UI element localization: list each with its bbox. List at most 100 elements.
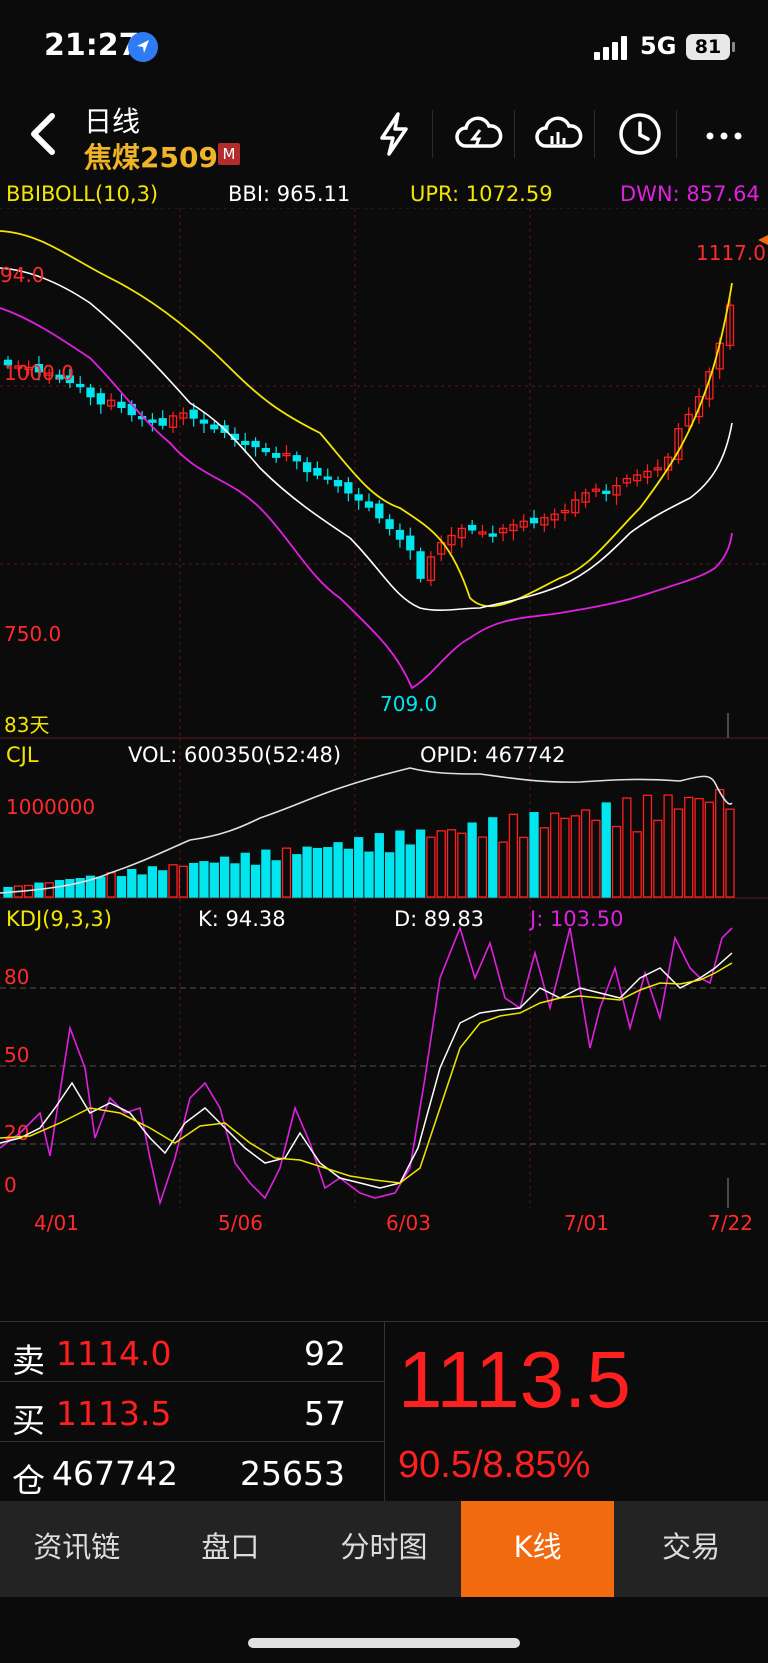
high-label: 1117.0 bbox=[696, 241, 766, 265]
volume-bar bbox=[261, 849, 271, 898]
k-value: K: 94.38 bbox=[198, 907, 286, 931]
volume-bar bbox=[601, 802, 611, 898]
volume-bar bbox=[271, 860, 281, 898]
back-button[interactable] bbox=[18, 104, 68, 164]
volume-bar bbox=[44, 882, 54, 898]
volume-bar bbox=[539, 827, 549, 898]
kdj-label-50: 50 bbox=[4, 1043, 29, 1067]
tab-intraday[interactable]: 分时图 bbox=[307, 1501, 461, 1597]
bottom-tabs: 资讯链 盘口 分时图 K线 交易 bbox=[0, 1501, 768, 1597]
tab-kline[interactable]: K线 bbox=[460, 1501, 615, 1597]
volume-bar bbox=[704, 801, 715, 898]
buy-qty: 57 bbox=[304, 1394, 346, 1433]
oi-label: 仓 bbox=[12, 1461, 45, 1500]
kline-chart[interactable]: 94.0 1000.0 750.0 1117.0 709.0 83天 CJL V… bbox=[0, 208, 768, 1278]
volume-bar bbox=[127, 868, 137, 898]
candle bbox=[406, 535, 415, 551]
volume-bar bbox=[457, 832, 467, 898]
candle bbox=[302, 462, 312, 473]
quote-panel: 卖 1114.0 92 买 1113.5 57 仓 467742 25653 1… bbox=[0, 1321, 768, 1502]
volume-bar bbox=[230, 863, 240, 898]
boll-name[interactable]: BBIBOLL(10,3) bbox=[6, 182, 158, 206]
volume-bar bbox=[364, 851, 374, 898]
status-bar: 21:27 5G 81 bbox=[0, 0, 768, 96]
sell-label: 卖 bbox=[12, 1341, 45, 1380]
cloud-flash-icon[interactable] bbox=[450, 106, 506, 162]
volume-bar bbox=[436, 830, 446, 898]
kdj-header: KDJ(9,3,3) K: 94.38 D: 89.83 J: 103.50 bbox=[6, 907, 623, 931]
candle bbox=[117, 401, 126, 409]
volume-bar bbox=[219, 856, 230, 898]
volume-bar bbox=[209, 862, 219, 898]
candle bbox=[333, 480, 343, 487]
open-interest: 467742 bbox=[52, 1454, 178, 1493]
candle bbox=[261, 448, 271, 453]
candle bbox=[323, 476, 332, 480]
volume-bar bbox=[550, 812, 560, 898]
d-value: D: 89.83 bbox=[394, 907, 484, 931]
volume-bar bbox=[663, 794, 673, 898]
candle bbox=[375, 503, 384, 519]
volume-bar bbox=[622, 797, 632, 898]
volume-bar bbox=[653, 819, 663, 898]
status-time: 21:27 bbox=[44, 28, 140, 63]
tab-order-book[interactable]: 盘口 bbox=[154, 1501, 308, 1597]
volume-bar bbox=[570, 815, 580, 898]
battery-icon: 81 bbox=[686, 34, 735, 60]
price-label-750: 750.0 bbox=[4, 622, 61, 646]
volume-bar bbox=[560, 817, 570, 898]
boll-header: BBIBOLL(10,3) BBI: 965.11 UPR: 1072.59 D… bbox=[0, 180, 768, 210]
volume-bar bbox=[116, 876, 127, 898]
ask-row[interactable]: 卖 1114.0 92 bbox=[0, 1322, 384, 1382]
candle bbox=[292, 455, 301, 462]
volume-bar bbox=[292, 854, 302, 898]
candle bbox=[364, 501, 374, 508]
volume-bar bbox=[250, 864, 261, 898]
candle bbox=[313, 467, 322, 476]
volume-bar bbox=[508, 813, 519, 898]
volume-bar bbox=[715, 788, 725, 898]
volume-bar bbox=[395, 830, 405, 898]
candle bbox=[189, 409, 198, 419]
volume-bar bbox=[488, 817, 498, 898]
volume-bar bbox=[199, 861, 209, 898]
bbi-value: BBI: 965.11 bbox=[228, 182, 351, 206]
volume-bar bbox=[694, 797, 704, 898]
lightning-icon[interactable] bbox=[366, 106, 422, 162]
candle bbox=[76, 383, 85, 388]
clock-icon[interactable] bbox=[612, 106, 668, 162]
main-contract-badge: M bbox=[218, 143, 240, 165]
more-icon[interactable] bbox=[696, 106, 752, 162]
volume-bar bbox=[65, 879, 75, 898]
volume-bar bbox=[96, 876, 106, 898]
oi-row: 仓 467742 25653 bbox=[0, 1442, 384, 1502]
volume-bars bbox=[3, 788, 735, 898]
tab-trade[interactable]: 交易 bbox=[614, 1501, 768, 1597]
cloud-chart-icon[interactable] bbox=[530, 106, 586, 162]
volume-bar bbox=[498, 841, 508, 898]
volume-bar bbox=[354, 837, 364, 898]
volume-bar bbox=[54, 880, 65, 898]
network-type: 5G bbox=[640, 32, 677, 60]
candle bbox=[529, 517, 539, 524]
volume-bar bbox=[158, 870, 168, 898]
dwn-line bbox=[0, 307, 733, 690]
candle bbox=[148, 419, 157, 423]
tab-news-chain[interactable]: 资讯链 bbox=[0, 1501, 154, 1597]
home-indicator[interactable] bbox=[248, 1638, 520, 1648]
volume-bar bbox=[374, 833, 384, 898]
bbi-line bbox=[0, 267, 733, 611]
sell-qty: 92 bbox=[304, 1334, 346, 1373]
bid-row[interactable]: 买 1113.5 57 bbox=[0, 1382, 384, 1442]
symbol-name[interactable]: 焦煤2509 bbox=[84, 136, 218, 176]
candle bbox=[158, 418, 167, 426]
date-4-01: 4/01 bbox=[34, 1211, 79, 1235]
location-icon bbox=[128, 32, 158, 62]
days-label: 83天 bbox=[4, 713, 49, 737]
candle bbox=[395, 529, 405, 540]
kdj-label-0: 0 bbox=[4, 1173, 17, 1197]
kdj-name: KDJ(9,3,3) bbox=[6, 907, 112, 931]
sell-price: 1114.0 bbox=[56, 1334, 172, 1373]
candle bbox=[467, 524, 477, 531]
candle bbox=[488, 533, 497, 537]
